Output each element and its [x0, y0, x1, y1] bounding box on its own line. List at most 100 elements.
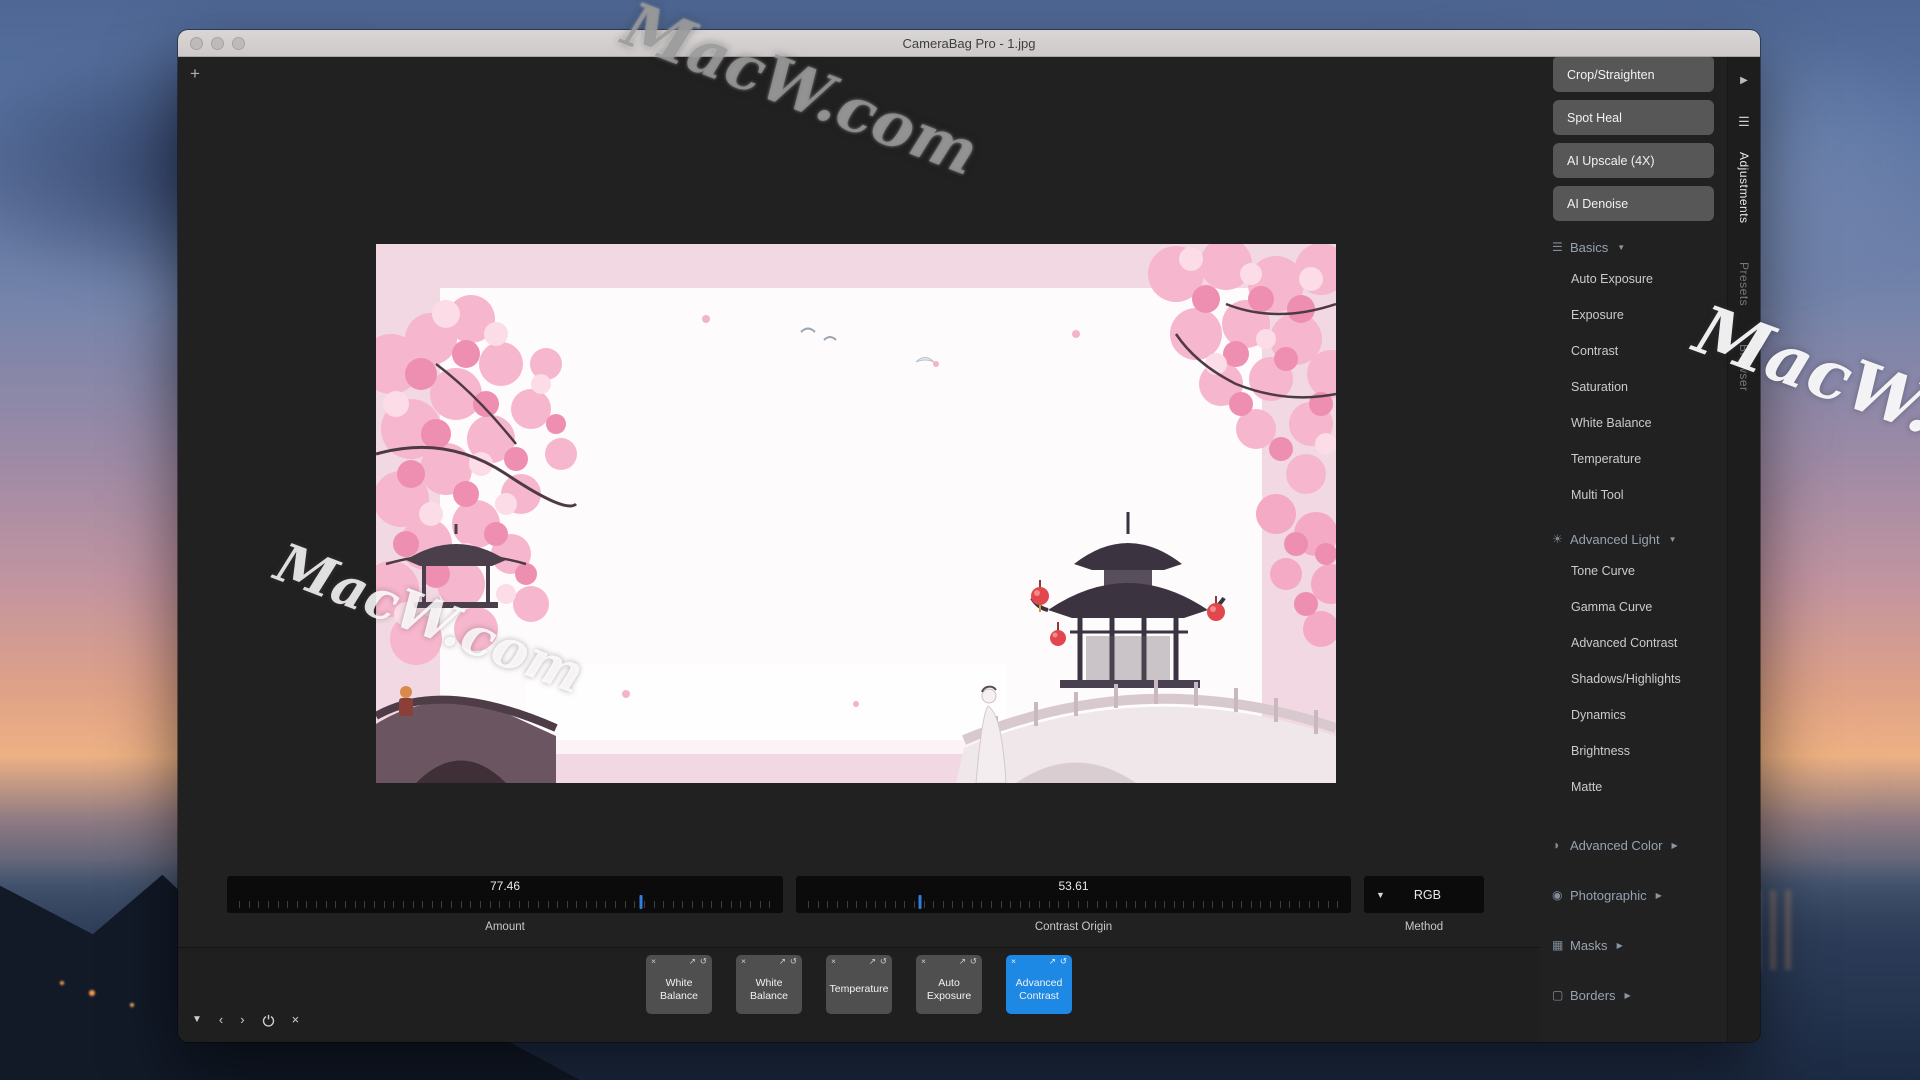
close-window-button[interactable]	[190, 37, 203, 50]
amount-slider-handle[interactable]	[639, 895, 642, 909]
close-icon[interactable]: ×	[921, 956, 926, 966]
tab-browser[interactable]: Browser	[1737, 344, 1751, 392]
close-icon[interactable]: ×	[741, 956, 746, 966]
reset-icon[interactable]: ↺	[1060, 956, 1067, 966]
close-icon[interactable]: ×	[651, 956, 656, 966]
collapse-panel-icon[interactable]: ▶	[1740, 75, 1748, 86]
close-icon[interactable]: ×	[1011, 956, 1016, 966]
tick-mark	[924, 901, 925, 908]
amount-label: Amount	[227, 921, 783, 933]
tick-mark	[634, 901, 635, 908]
redo-forward-icon[interactable]: ›	[240, 1013, 244, 1027]
tool-button-ai-upscale-4x[interactable]: AI Upscale (4X)	[1553, 143, 1714, 178]
adjustment-item-brightness[interactable]: Brightness	[1540, 733, 1727, 769]
adjustment-item-auto-exposure[interactable]: Auto Exposure	[1540, 261, 1727, 297]
apply-icon[interactable]: ↗	[779, 956, 786, 966]
sun-icon: ☀	[1552, 532, 1570, 546]
tick-mark	[1232, 901, 1233, 908]
close-icon[interactable]: ×	[831, 956, 836, 966]
tick-mark	[827, 901, 828, 908]
apply-icon[interactable]: ↗	[959, 956, 966, 966]
sidebar-tools: Crop/Straighten Spot Heal AI Upscale (4X) A…	[1540, 57, 1727, 221]
tick-mark	[1155, 901, 1156, 908]
tick-mark	[528, 901, 529, 908]
tick-mark	[760, 901, 761, 908]
adjustment-item-temperature[interactable]: Temperature	[1540, 441, 1727, 477]
adjustment-item-contrast[interactable]: Contrast	[1540, 333, 1727, 369]
tool-button-crop-straighten[interactable]: Crop/Straighten	[1553, 57, 1714, 92]
tool-button-spot-heal[interactable]: Spot Heal	[1553, 100, 1714, 135]
tick-mark	[441, 901, 442, 908]
section-header-basics[interactable]: ☰Basics▼	[1540, 237, 1727, 257]
tick-mark	[1078, 901, 1079, 908]
section-header-advanced-color[interactable]: ◑Advanced Color▶	[1540, 835, 1727, 855]
minimize-window-button[interactable]	[211, 37, 224, 50]
power-icon[interactable]	[262, 1014, 275, 1027]
apply-icon[interactable]: ↗	[689, 956, 696, 966]
tick-mark	[605, 901, 606, 908]
section-header-masks[interactable]: ▦Masks▶	[1540, 935, 1727, 955]
city-lights	[60, 981, 64, 985]
tick-mark	[673, 901, 674, 908]
sliders-icon: ☰	[1552, 240, 1570, 254]
tick-mark	[422, 901, 423, 908]
window-content: +	[178, 57, 1760, 1042]
filmstrip-tile-temperature[interactable]: ×↗↺Temperature	[826, 955, 892, 1014]
tick-mark	[258, 901, 259, 908]
tab-adjustments[interactable]: Adjustments	[1737, 152, 1751, 224]
menu-icon[interactable]: ☰	[1738, 114, 1750, 130]
close-icon[interactable]: ×	[292, 1013, 300, 1027]
adjustment-item-advanced-contrast[interactable]: Advanced Contrast	[1540, 625, 1727, 661]
tick-mark	[596, 901, 597, 908]
tile-label: White Balance	[739, 977, 799, 1002]
reset-icon[interactable]: ↺	[880, 956, 887, 966]
section-header-borders[interactable]: ▢Borders▶	[1540, 985, 1727, 1005]
apply-icon[interactable]: ↗	[1049, 956, 1056, 966]
filmstrip-tile-white-balance[interactable]: × ↗ ↺ White Balance	[646, 955, 712, 1014]
tick-mark	[895, 901, 896, 908]
contrast-origin-slider-handle[interactable]	[918, 895, 921, 909]
section-header-photographic[interactable]: ◉Photographic▶	[1540, 885, 1727, 905]
zoom-window-button[interactable]	[232, 37, 245, 50]
chevron-down-icon[interactable]: ▼	[192, 1013, 202, 1027]
tick-mark	[461, 901, 462, 908]
tab-presets[interactable]: Presets	[1737, 262, 1751, 306]
tick-mark	[432, 901, 433, 908]
adjustment-item-exposure[interactable]: Exposure	[1540, 297, 1727, 333]
tick-mark	[991, 901, 992, 908]
tick-mark	[952, 901, 953, 908]
contrast-origin-slider[interactable]: 53.61	[796, 876, 1351, 913]
tick-mark	[268, 901, 269, 908]
preview-artwork	[376, 244, 1336, 783]
reset-icon[interactable]: ↺	[790, 956, 797, 966]
reset-icon[interactable]: ↺	[970, 956, 977, 966]
tick-mark	[1001, 901, 1002, 908]
adjustment-item-gamma-curve[interactable]: Gamma Curve	[1540, 589, 1727, 625]
adjustment-item-shadows-highlights[interactable]: Shadows/Highlights	[1540, 661, 1727, 697]
tick-mark	[1193, 901, 1194, 908]
tile-label: White Balance	[649, 977, 709, 1002]
adjustment-item-dynamics[interactable]: Dynamics	[1540, 697, 1727, 733]
method-label: Method	[1364, 921, 1484, 933]
method-dropdown[interactable]: ▼ RGB	[1364, 876, 1484, 913]
tick-mark	[451, 901, 452, 908]
adjustment-item-white-balance[interactable]: White Balance	[1540, 405, 1727, 441]
adjustment-item-tone-curve[interactable]: Tone Curve	[1540, 553, 1727, 589]
tool-button-ai-denoise[interactable]: AI Denoise	[1553, 186, 1714, 221]
reset-icon[interactable]: ↺	[700, 956, 707, 966]
filmstrip-tile-auto-exposure[interactable]: ×↗↺Auto Exposure	[916, 955, 982, 1014]
tick-mark	[721, 901, 722, 908]
filmstrip-tile-advanced-contrast[interactable]: ×↗↺Advanced Contrast	[1006, 955, 1072, 1014]
section-header-advanced-light[interactable]: ☀Advanced Light▼	[1540, 529, 1727, 549]
tick-mark	[1251, 901, 1252, 908]
undo-back-icon[interactable]: ‹	[219, 1013, 223, 1027]
amount-slider[interactable]: 77.46	[227, 876, 783, 913]
apply-icon[interactable]: ↗	[869, 956, 876, 966]
tick-mark	[1289, 901, 1290, 908]
adjustment-item-matte[interactable]: Matte	[1540, 769, 1727, 805]
contrast-origin-label: Contrast Origin	[796, 921, 1351, 933]
add-image-button[interactable]: +	[190, 65, 200, 82]
filmstrip-tile-white-balance[interactable]: × ↗ ↺ White Balance	[736, 955, 802, 1014]
adjustment-item-multi-tool[interactable]: Multi Tool	[1540, 477, 1727, 513]
adjustment-item-saturation[interactable]: Saturation	[1540, 369, 1727, 405]
